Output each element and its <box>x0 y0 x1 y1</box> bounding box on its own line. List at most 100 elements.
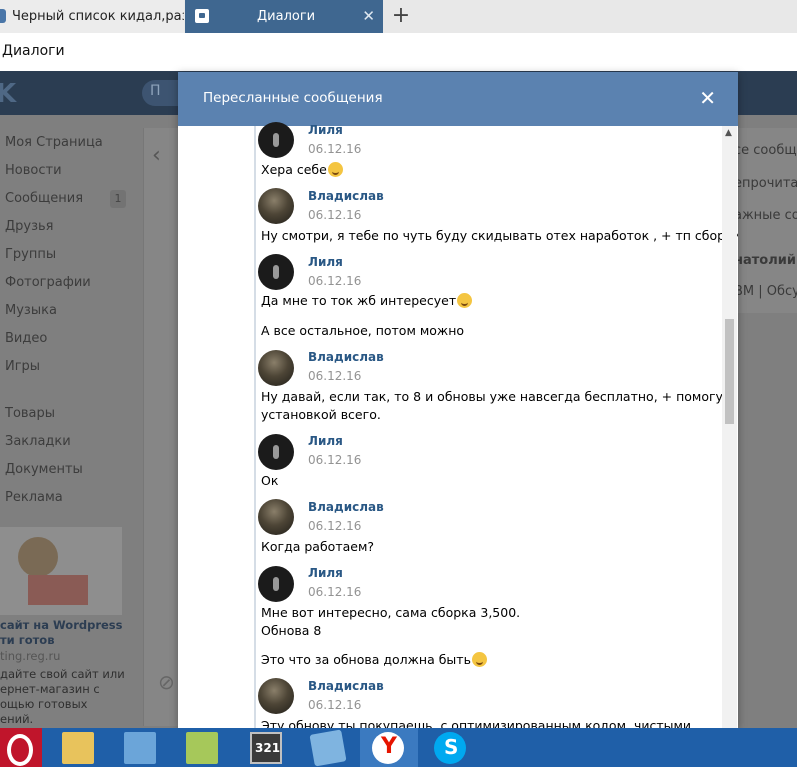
message-date: 06.12.16 <box>308 698 362 712</box>
new-tab-button[interactable]: + <box>390 0 412 33</box>
close-tab-icon[interactable]: ✕ <box>362 0 375 33</box>
avatar[interactable] <box>258 122 294 158</box>
ad-image[interactable] <box>0 527 122 615</box>
message-text: установкой всего. <box>261 407 381 422</box>
message-text: Это что за обнова должна быть <box>261 651 487 669</box>
address-bar[interactable]: Диалоги <box>0 33 797 72</box>
file-manager-icon[interactable] <box>62 732 94 764</box>
ad-illustration-laptop <box>28 575 88 605</box>
avatar[interactable] <box>258 434 294 470</box>
unread-count-badge: 1 <box>110 190 126 208</box>
message-author[interactable]: Лиля <box>308 123 343 137</box>
modal-body[interactable]: Лиля 06.12.16 Хера себе Владислав 06.12.… <box>178 122 738 728</box>
notepad-icon[interactable] <box>186 732 218 764</box>
avatar[interactable] <box>258 499 294 535</box>
avatar[interactable] <box>258 566 294 602</box>
ad-text-line1: дайте свой сайт или <box>0 667 125 681</box>
media-player-icon[interactable]: 321 <box>250 732 282 764</box>
message-date: 06.12.16 <box>308 142 362 156</box>
message-author[interactable]: Лиля <box>308 255 343 269</box>
yandex-label: Y <box>381 734 397 759</box>
sidebar-item-my-page[interactable]: Моя Страница <box>5 135 103 150</box>
sidebar-item-friends[interactable]: Друзья <box>5 219 54 234</box>
taskbar: 321 Y S <box>0 728 797 767</box>
attach-clip-icon[interactable]: ⊘ <box>158 670 175 694</box>
sidebar-item-news[interactable]: Новости <box>5 163 62 178</box>
message-text: А все остальное, потом можно <box>261 323 465 338</box>
message-text: Эту обнову ты покупаешь, с оптимизирован… <box>261 718 692 728</box>
message-text: Ну смотри, я тебе по чуть буду скидывать… <box>261 228 738 243</box>
media-player-label: 321 <box>255 741 281 755</box>
address-text: Диалоги <box>2 43 65 59</box>
laughing-emoji-icon <box>457 293 473 308</box>
right-menu-important[interactable]: ажные сос <box>734 208 797 223</box>
message-date: 06.12.16 <box>308 519 362 533</box>
browser-tab-bar: Черный список кидал,разво Диалоги ✕ + <box>0 0 797 33</box>
avatar[interactable] <box>258 188 294 224</box>
tab-label: Черный список кидал,разво <box>12 9 184 24</box>
right-menu-chat[interactable]: ВМ | Обсуж <box>734 284 797 299</box>
message-author[interactable]: Владислав <box>308 500 384 514</box>
close-icon[interactable]: ✕ <box>699 86 716 110</box>
vk-logo[interactable]: K <box>0 79 16 109</box>
sidebar-item-documents[interactable]: Документы <box>5 462 83 477</box>
message-author[interactable]: Владислав <box>308 189 384 203</box>
scrollbar-thumb[interactable] <box>725 319 734 424</box>
sidebar-item-bookmarks[interactable]: Закладки <box>5 434 71 449</box>
message-text: Обнова 8 <box>261 623 322 638</box>
sidebar-item-games[interactable]: Игры <box>5 359 40 374</box>
modal-header: Пересланные сообщения ✕ <box>178 72 738 126</box>
message-date: 06.12.16 <box>308 369 362 383</box>
scroll-up-arrow-icon[interactable]: ▲ <box>725 128 732 138</box>
ad-illustration-person <box>18 537 58 577</box>
control-panel-icon[interactable] <box>124 732 156 764</box>
avatar[interactable] <box>258 254 294 290</box>
tab-label: Диалоги <box>257 9 316 24</box>
back-arrow-icon[interactable]: ‹ <box>152 143 161 168</box>
ad-text-line2: ернет-магазин с <box>0 682 100 696</box>
sidebar-item-video[interactable]: Видео <box>5 331 47 346</box>
sidebar-item-goods[interactable]: Товары <box>5 406 55 421</box>
message-text: Когда работаем? <box>261 539 375 554</box>
message-text: Ну давай, если так, то 8 и обновы уже на… <box>261 389 734 404</box>
notes-icon[interactable] <box>309 729 347 767</box>
message-date: 06.12.16 <box>308 585 362 599</box>
message-date: 06.12.16 <box>308 274 362 288</box>
message-text: Хера себе <box>261 161 343 179</box>
right-menu-all[interactable]: се сообще <box>734 143 797 158</box>
yandex-browser-icon[interactable]: Y <box>372 732 404 764</box>
sidebar-item-photos[interactable]: Фотографии <box>5 275 91 290</box>
modal-title: Пересланные сообщения <box>203 90 383 106</box>
tab-blacklist[interactable]: Черный список кидал,разво <box>0 0 184 33</box>
right-menu: се сообще епрочитан ажные сос натолий Б … <box>734 128 797 313</box>
ad-title-line1[interactable]: сайт на Wordpress <box>0 618 123 632</box>
ad-title-line2[interactable]: ти готов <box>0 633 54 647</box>
sidebar-item-music[interactable]: Музыка <box>5 303 57 318</box>
message-text: Ок <box>261 473 279 488</box>
message-author[interactable]: Лиля <box>308 566 343 580</box>
scrollbar[interactable]: ▲ <box>722 126 737 728</box>
message-date: 06.12.16 <box>308 453 362 467</box>
right-menu-unread[interactable]: епрочитан <box>734 176 797 191</box>
ad-text-line3: ощью готовых <box>0 697 88 711</box>
right-menu-contact[interactable]: натолий Б <box>734 253 797 268</box>
tab-dialogs[interactable]: Диалоги ✕ <box>185 0 383 33</box>
avatar[interactable] <box>258 678 294 714</box>
sidebar-item-messages[interactable]: Сообщения <box>5 191 83 206</box>
message-author[interactable]: Лиля <box>308 434 343 448</box>
message-date: 06.12.16 <box>308 208 362 222</box>
message-author[interactable]: Владислав <box>308 679 384 693</box>
forward-quote-line <box>254 126 256 728</box>
message-author[interactable]: Владислав <box>308 350 384 364</box>
message-text: Мне вот интересно, сама сборка 3,500. <box>261 605 521 620</box>
message-text: Да мне то ток жб интересует <box>261 292 473 310</box>
search-placeholder: П <box>150 83 161 99</box>
opera-icon[interactable] <box>0 728 42 767</box>
sidebar-item-groups[interactable]: Группы <box>5 247 56 262</box>
vk-favicon-icon <box>0 9 6 23</box>
laughing-emoji-icon <box>327 162 343 177</box>
avatar[interactable] <box>258 350 294 386</box>
forwarded-messages-modal: Пересланные сообщения ✕ Лиля 06.12.16 Хе… <box>178 72 738 728</box>
skype-icon[interactable]: S <box>434 732 466 764</box>
sidebar-item-ads[interactable]: Реклама <box>5 490 63 505</box>
